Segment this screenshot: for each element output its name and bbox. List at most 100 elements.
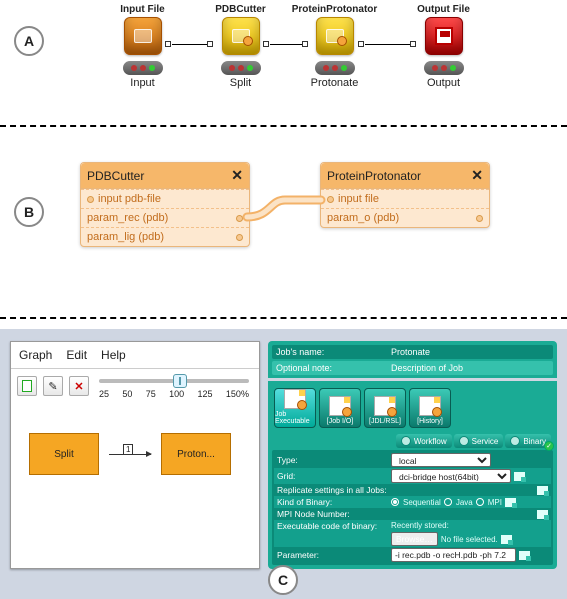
tab-service[interactable]: Service — [454, 434, 504, 448]
port-label: input file — [334, 193, 483, 205]
port-row-param-rec[interactable]: param_rec (pdb) — [81, 208, 249, 227]
node-caption: Input — [105, 77, 180, 89]
sublabel: Recently stored: — [391, 521, 449, 530]
radio-sequential[interactable] — [391, 498, 399, 506]
document-icon — [374, 396, 396, 416]
section-label-b: B — [14, 197, 44, 227]
delete-button[interactable]: ✕ — [69, 376, 89, 396]
block-split[interactable]: 0 Split — [29, 433, 99, 475]
expand-icon[interactable] — [514, 472, 525, 481]
tab-workflow[interactable]: Workflow — [396, 434, 452, 448]
expand-icon[interactable] — [519, 551, 530, 560]
history-button[interactable]: [History] — [409, 388, 451, 428]
section-label-a: A — [14, 26, 44, 56]
tick: 125 — [198, 389, 213, 399]
section-label-c: C — [268, 565, 298, 595]
grid-select[interactable]: dci-bridge host(64bit) — [391, 469, 511, 483]
connector — [365, 44, 410, 45]
row-type: Type: local — [274, 452, 551, 468]
port-icon — [165, 41, 171, 47]
port-icon — [302, 41, 308, 47]
port-row-param-lig[interactable]: param_lig (pdb) — [81, 227, 249, 246]
label: Replicate settings in all Jobs: — [277, 485, 387, 495]
port-icon — [236, 234, 243, 241]
port-label: param_lig (pdb) — [87, 231, 236, 243]
tick: 75 — [146, 389, 156, 399]
port-row-input[interactable]: input pdb-file — [81, 189, 249, 208]
divider — [268, 378, 557, 381]
job-io-button[interactable]: [Job I/O] — [319, 388, 361, 428]
zoom-slider[interactable]: 25 50 75 100 125 150% — [95, 373, 253, 399]
expand-icon[interactable] — [537, 510, 548, 519]
radio-label: Java — [456, 498, 473, 507]
port-icon — [263, 41, 269, 47]
card-header: PDBCutter ✕ — [81, 163, 249, 189]
label: Executable code of binary: — [277, 521, 387, 531]
panel-a: A Input File Input PDBCutter Split Prote… — [0, 0, 567, 115]
save-icon — [425, 17, 463, 55]
slider-track — [99, 379, 249, 383]
toolbar-icons: Job Executable [Job I/O] [JDL/RSL] [Hist… — [272, 384, 553, 432]
type-select[interactable]: local — [391, 453, 491, 467]
port-icon — [476, 215, 483, 222]
status-leds — [123, 61, 163, 75]
block-protonate[interactable]: 0 1 Proton... — [161, 433, 231, 475]
node-card-pdbcutter[interactable]: PDBCutter ✕ input pdb-file param_rec (pd… — [80, 162, 250, 247]
node-title: ProteinProtonator — [281, 4, 388, 15]
port-row-param-o[interactable]: param_o (pdb) — [321, 208, 489, 227]
edit-button[interactable]: ✎ — [43, 376, 63, 396]
node-title: Input File — [105, 4, 180, 15]
tick: 25 — [99, 389, 109, 399]
block-tag: 0 — [34, 433, 46, 434]
label: Optional note: — [276, 363, 391, 373]
expand-icon[interactable] — [505, 498, 516, 507]
card-header: ProteinProtonator ✕ — [321, 163, 489, 189]
parameter-input[interactable] — [391, 548, 516, 562]
row-executable: Executable code of binary: Recently stor… — [274, 520, 551, 547]
port-icon — [327, 196, 334, 203]
block-tag: 1 — [214, 433, 226, 434]
expand-icon[interactable] — [501, 535, 512, 544]
block-label: Split — [54, 449, 73, 460]
close-icon[interactable]: ✕ — [471, 167, 483, 184]
port-icon — [87, 196, 94, 203]
gear-icon — [297, 400, 307, 410]
slider-thumb-icon[interactable] — [173, 374, 187, 388]
tool-icon — [316, 17, 354, 55]
tab-binary[interactable]: Binary✓ — [505, 434, 551, 448]
menu-edit[interactable]: Edit — [66, 348, 87, 362]
label: Parameter: — [277, 550, 387, 560]
menubar: Graph Edit Help — [11, 342, 259, 369]
status-leds — [424, 61, 464, 75]
arrow-label: 1 — [123, 444, 133, 455]
slider-ticks: 25 50 75 100 125 150% — [99, 389, 249, 399]
button-label: Job Executable — [275, 411, 315, 425]
document-icon — [419, 396, 441, 416]
connector — [270, 44, 302, 45]
tick: 100 — [169, 389, 184, 399]
value: Description of Job — [391, 363, 549, 373]
radio-java[interactable] — [444, 498, 452, 506]
gear-icon — [432, 407, 442, 417]
tick: 150 — [226, 389, 241, 399]
new-doc-button[interactable] — [17, 376, 37, 396]
menu-help[interactable]: Help — [101, 348, 126, 362]
job-executable-button[interactable]: Job Executable — [274, 388, 316, 428]
browse-button[interactable]: Browse… — [391, 532, 438, 546]
row-job-name: Job's name: Protonate — [272, 345, 553, 359]
node-output-file[interactable]: Output File Output — [406, 4, 481, 89]
connector — [172, 44, 207, 45]
button-label: [JDL/RSL] — [369, 418, 401, 425]
radio-mpi[interactable] — [476, 498, 484, 506]
document-icon — [284, 389, 306, 409]
node-card-proteinprotonator[interactable]: ProteinProtonator ✕ input file param_o (… — [320, 162, 490, 228]
port-label: param_o (pdb) — [327, 212, 476, 224]
expand-icon[interactable] — [537, 486, 548, 495]
unit: % — [241, 389, 249, 399]
port-row-input[interactable]: input file — [321, 189, 489, 208]
jdl-rsl-button[interactable]: [JDL/RSL] — [364, 388, 406, 428]
close-icon[interactable]: ✕ — [231, 167, 243, 184]
row-grid: Grid: dci-bridge host(64bit) — [274, 468, 551, 484]
menu-graph[interactable]: Graph — [19, 348, 52, 362]
graph-canvas[interactable]: 0 Split 0 1 Proton... 1 — [11, 403, 259, 503]
